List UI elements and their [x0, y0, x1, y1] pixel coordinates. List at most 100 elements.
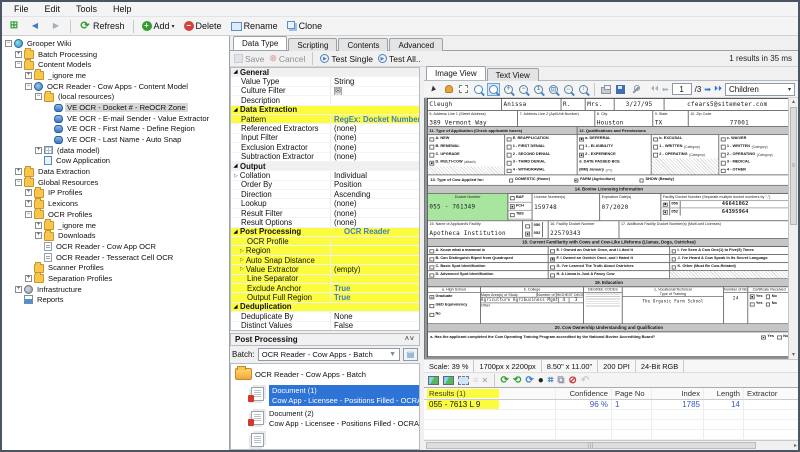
viewer-settings-button[interactable]	[629, 83, 642, 96]
first-page-button[interactable]: ⏴⏴	[651, 84, 659, 94]
property-result-filter[interactable]: Result Filter(none)	[231, 209, 419, 218]
category-expander-icon[interactable]: ◢	[231, 304, 240, 310]
property-auto-snap-distance[interactable]: ▷Auto Snap Distance	[231, 256, 419, 265]
expand-arrow-icon[interactable]: ▷	[234, 173, 238, 179]
refresh-button[interactable]: ⟳Refresh	[76, 19, 128, 33]
batch-combobox[interactable]: OCR Reader - Cow Apps - Batch ▼	[258, 348, 400, 361]
property-input-filter[interactable]: Input Filter(none)	[231, 134, 419, 143]
tree-item-ocr-reader-cow-app-ocr[interactable]: OCR Reader - Cow App OCR	[2, 241, 229, 252]
property-deduplicate-by[interactable]: Deduplicate ByNone	[231, 312, 419, 321]
zoom-fit-button[interactable]: ⊡	[547, 83, 560, 96]
menu-tools[interactable]: Tools	[68, 4, 105, 14]
expand-icon[interactable]: +	[15, 286, 22, 293]
test-all-button[interactable]: ▶Test All..	[378, 54, 421, 64]
collapse-icon[interactable]: −	[25, 83, 32, 90]
property-distinct-values[interactable]: Distinct ValuesFalse	[231, 322, 419, 331]
scrollbar-thumb[interactable]: ≡	[790, 107, 797, 225]
expand-icon[interactable]: +	[15, 51, 22, 58]
zoom-out-button[interactable]: −	[517, 83, 530, 96]
property-value-extractor[interactable]: ▷Value Extractor(empty)	[231, 265, 419, 274]
rotate-cw-icon[interactable]: ⟳	[501, 375, 509, 386]
delete-button[interactable]: −Delete	[181, 20, 225, 32]
collapse-icon[interactable]: −	[35, 93, 42, 100]
property-data-extraction[interactable]: ◢Data Extraction	[231, 106, 419, 115]
property-referenced-extractors[interactable]: Referenced Extractors(none)	[231, 124, 419, 133]
category-expander-icon[interactable]: ◢	[231, 107, 240, 113]
results-horizontal-scrollbar[interactable]: ||| ▸	[424, 440, 798, 450]
category-expander-icon[interactable]: ◢	[231, 69, 240, 75]
collapse-chevrons-icon[interactable]: ˄˅	[405, 336, 415, 343]
clone-button[interactable]: Clone	[284, 20, 326, 32]
tree-item-ve-ocr-docket-reocr-zone[interactable]: VE OCR - Docket # - ReOCR Zone	[2, 102, 229, 113]
category-expander-icon[interactable]: ◢	[231, 229, 240, 235]
pan-tool-button[interactable]	[442, 83, 455, 96]
tree-item-ignore-me[interactable]: +_ignore me	[2, 70, 229, 81]
scroll-right-arrow[interactable]: ▸	[794, 442, 797, 449]
remove-icon[interactable]: ⊘	[569, 375, 577, 386]
viewer-vertical-scrollbar[interactable]: ▴≡▾	[788, 98, 798, 359]
levels-icon[interactable]: ≡	[473, 375, 478, 385]
test-single-button[interactable]: ▶Test Single	[320, 54, 373, 64]
tree-item-downloads[interactable]: +Downloads	[2, 230, 229, 241]
tree-item-ve-ocr-first-name-define-region[interactable]: VE OCR - First Name - Define Region	[2, 124, 229, 135]
despeckle-icon[interactable]: ●	[538, 375, 544, 386]
marquee-tool-button[interactable]	[457, 83, 470, 96]
property-subtraction-extractor[interactable]: Subtraction Extractor(none)	[231, 153, 419, 162]
tree-item-reports[interactable]: Reports	[2, 295, 229, 306]
tree-item-ve-ocr-e-mail-sender-value-extractor[interactable]: VE OCR - E-mail Sender - Value Extractor	[2, 113, 229, 124]
batch-document-2[interactable]: Document (2)Cow App - Licensee - Positio…	[249, 409, 419, 428]
batch-root-folder[interactable]: OCR Reader - Cow Apps - Batch	[235, 366, 419, 382]
pointer-tool-button[interactable]	[427, 83, 440, 96]
zoom-actual-button[interactable]: 1	[532, 83, 545, 96]
menu-edit[interactable]: Edit	[37, 4, 69, 14]
property-post-processing[interactable]: ◢Post ProcessingOCR Reader	[231, 228, 419, 237]
tab-text-view[interactable]: Text View	[487, 68, 539, 81]
browse-batch-button[interactable]: ▤	[403, 348, 418, 361]
property-general[interactable]: ◢General	[231, 68, 419, 77]
tree-item-ignore-me[interactable]: +_ignore me	[2, 220, 229, 231]
tab-advanced[interactable]: Advanced	[389, 38, 443, 51]
property-direction[interactable]: DirectionAscending	[231, 190, 419, 199]
category-expander-icon[interactable]: ◢	[231, 163, 240, 169]
expand-arrow-icon[interactable]: ▷	[240, 266, 244, 272]
expand-arrow-icon[interactable]: ▷	[240, 248, 244, 254]
layers-icon[interactable]: ⧉	[557, 375, 564, 386]
rotate-ccw-icon[interactable]: ⟲	[513, 375, 521, 386]
property-value-type[interactable]: Value TypeString	[231, 77, 419, 86]
back-button[interactable]: ◀	[26, 19, 44, 33]
image-alt-icon[interactable]	[443, 376, 454, 385]
property-collation[interactable]: ▷CollationIndividual	[231, 171, 419, 180]
post-processing-header[interactable]: Post Processing ˄˅	[230, 333, 420, 346]
property-exclude-anchor[interactable]: Exclude AnchorTrue	[231, 284, 419, 293]
expand-icon[interactable]: +	[25, 189, 32, 196]
tree-item-ocr-profiles[interactable]: −OCR Profiles	[2, 209, 229, 220]
tree-item-ve-ocr-last-name-auto-snap[interactable]: VE OCR - Last Name - Auto Snap	[2, 134, 229, 145]
property-region[interactable]: ▷Region	[231, 246, 419, 255]
expand-icon[interactable]: +	[35, 232, 42, 239]
property-pattern[interactable]: PatternRegEx: Docket Number	[231, 115, 419, 124]
tree-item-cow-application[interactable]: Cow Application	[2, 156, 229, 167]
tree-item-grooper-wiki[interactable]: −Grooper Wiki	[2, 38, 229, 49]
expand-icon[interactable]: +	[35, 222, 42, 229]
property-output[interactable]: ◢Output	[231, 162, 419, 171]
expand-icon[interactable]: +	[25, 200, 32, 207]
zoom-fit-height-button[interactable]: ↕	[577, 83, 590, 96]
property-output-full-region[interactable]: Output Full RegionTrue	[231, 293, 419, 302]
image-icon[interactable]	[428, 376, 439, 385]
tab-data-type[interactable]: Data Type	[233, 36, 287, 50]
collapse-icon[interactable]: −	[15, 179, 22, 186]
expand-icon[interactable]: +	[25, 72, 32, 79]
zoom-tool-button[interactable]	[472, 83, 485, 96]
page-number-input[interactable]: 1	[672, 83, 692, 95]
collapse-icon[interactable]: −	[15, 61, 22, 68]
last-page-button[interactable]: ⏵⏵	[714, 84, 722, 94]
property-lookup[interactable]: Lookup(none)	[231, 199, 419, 208]
tree-item-infrastructure[interactable]: +Infrastructure	[2, 284, 229, 295]
tree-item-local-resources[interactable]: −(local resources)	[2, 91, 229, 102]
batch-document-partial[interactable]	[249, 431, 419, 447]
zoom-fit-width-button[interactable]: ↔	[562, 83, 575, 96]
property-description[interactable]: Description	[231, 96, 419, 105]
app-grid-button[interactable]: ⊞	[5, 19, 23, 33]
collapse-icon[interactable]: −	[5, 40, 12, 47]
undo-icon[interactable]: ↶	[581, 375, 589, 386]
